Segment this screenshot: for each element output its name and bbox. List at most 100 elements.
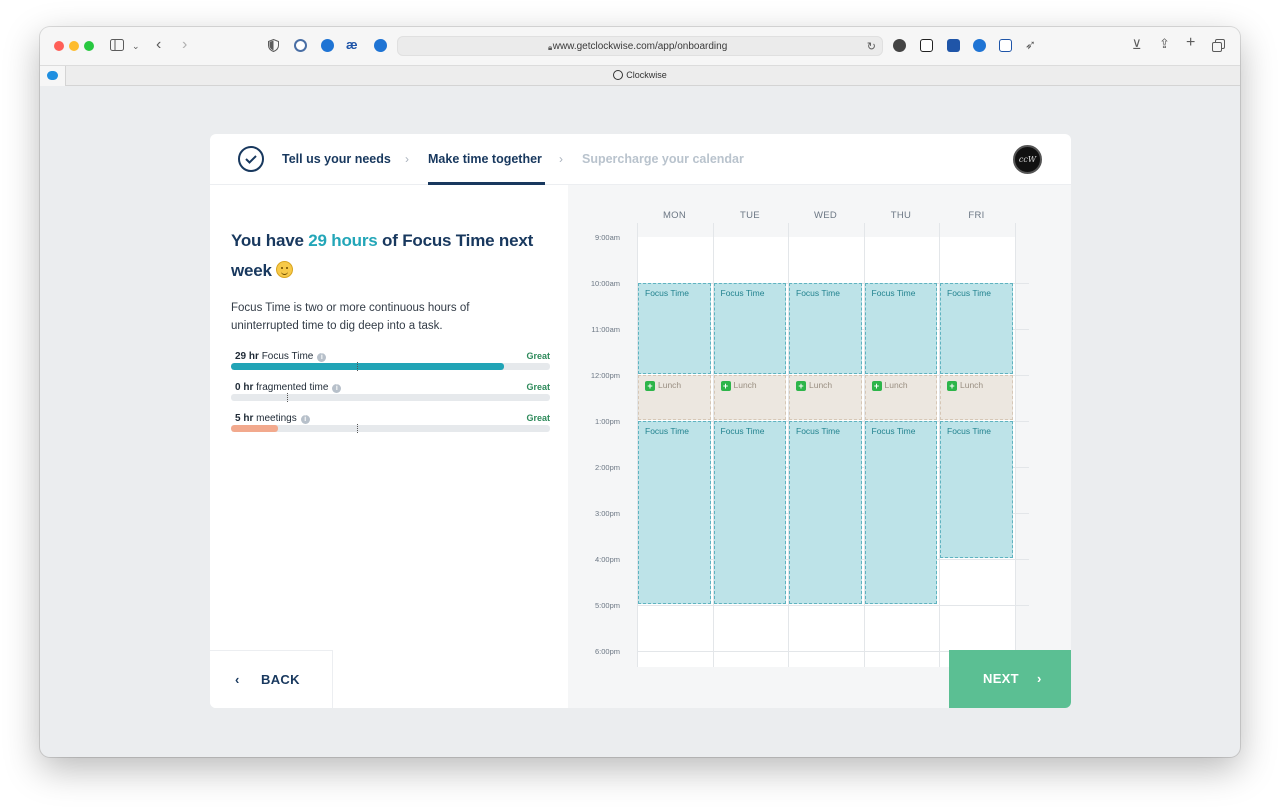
chevron-right-icon: › xyxy=(559,152,563,166)
lunch-label: Lunch xyxy=(733,380,757,390)
progress-fill xyxy=(231,363,504,370)
lunch-event[interactable]: + Lunch xyxy=(789,375,862,420)
downloads-icon[interactable]: ⊻ xyxy=(1132,38,1142,52)
metric-status: Great xyxy=(526,413,550,423)
shield-icon[interactable] xyxy=(268,38,279,55)
compass-extension-icon[interactable] xyxy=(973,39,986,52)
focus-time-event[interactable]: Focus Time xyxy=(789,421,862,604)
day-header-tue: TUE xyxy=(740,210,760,221)
focus-time-event[interactable]: Focus Time xyxy=(713,283,786,374)
hour-label: 6:00pm xyxy=(594,647,620,656)
plus-icon: + xyxy=(796,381,806,391)
hour-label: 5:00pm xyxy=(594,601,620,610)
notes-extension-icon[interactable] xyxy=(999,39,1012,52)
back-button[interactable]: ‹ BACK xyxy=(210,650,333,708)
extension-1-icon[interactable] xyxy=(294,39,307,52)
hour-label: 2:00pm xyxy=(594,463,620,472)
share-icon[interactable]: ⇪ xyxy=(1159,37,1170,51)
step-bar: Tell us your needs › Make time together … xyxy=(210,134,1071,185)
chevron-right-icon: › xyxy=(405,152,409,166)
notion-icon[interactable] xyxy=(920,39,933,52)
lunch-label: Lunch xyxy=(658,380,682,390)
chevron-down-icon[interactable]: ⌄ xyxy=(132,39,140,53)
progress-track xyxy=(231,363,550,370)
chevron-left-icon: ‹ xyxy=(235,672,240,687)
avatar[interactable]: ccW xyxy=(1013,145,1042,174)
hour-line xyxy=(637,605,1029,606)
focus-time-event[interactable]: Focus Time xyxy=(638,283,711,374)
info-icon[interactable]: i xyxy=(332,384,342,393)
reload-icon[interactable]: ↻ xyxy=(867,40,876,54)
step-make-time[interactable]: Make time together xyxy=(428,152,542,166)
hour-label: 11:00am xyxy=(591,325,620,334)
lunch-event[interactable]: + Lunch xyxy=(864,375,937,420)
summary-panel: You have 29 hours of Focus Time next wee… xyxy=(210,185,568,708)
check-icon xyxy=(238,146,264,172)
focus-hours: 29 hours xyxy=(308,231,378,250)
info-icon[interactable]: i xyxy=(300,415,310,424)
lunch-label: Lunch xyxy=(960,380,984,390)
day-header-mon: MON xyxy=(662,210,687,221)
metric-status: Great xyxy=(526,351,550,361)
hour-label: 9:00am xyxy=(594,233,620,242)
day-header-fri: FRI xyxy=(968,210,985,221)
zoom-window-button[interactable] xyxy=(84,41,94,51)
hour-label: 3:00pm xyxy=(594,509,620,518)
lunch-label: Lunch xyxy=(884,380,908,390)
progress-track xyxy=(231,425,550,432)
metric-focus-time: 29 hr Focus Time i Great xyxy=(231,351,550,375)
plus-icon: + xyxy=(871,381,882,391)
step-supercharge: Supercharge your calendar xyxy=(582,152,744,166)
focus-time-event[interactable]: Focus Time xyxy=(638,421,711,604)
tab-title-text: Clockwise xyxy=(626,70,667,80)
day-header-wed: WED xyxy=(813,210,838,221)
bookmark-extension-icon[interactable] xyxy=(947,39,960,52)
forward-nav-icon[interactable]: › xyxy=(182,37,187,53)
new-tab-icon[interactable]: + xyxy=(1186,35,1195,51)
browser-window: ⌄ ‹ › æ 🔒︎ www.getclockwise.com/app/onbo… xyxy=(40,27,1240,757)
back-nav-icon[interactable]: ‹ xyxy=(156,37,161,53)
sidebar-icon[interactable] xyxy=(110,39,124,54)
focus-time-event[interactable]: Focus Time xyxy=(940,421,1013,558)
focus-time-event[interactable]: Focus Time xyxy=(713,421,786,604)
focus-time-event[interactable]: Focus Time xyxy=(789,283,862,374)
plus-icon: + xyxy=(645,381,655,391)
description: Focus Time is two or more continuous hou… xyxy=(231,302,470,332)
day-divider xyxy=(1014,223,1016,667)
url-text: www.getclockwise.com/app/onboarding xyxy=(552,41,728,52)
browser-toolbar: ⌄ ‹ › æ 🔒︎ www.getclockwise.com/app/onbo… xyxy=(40,27,1240,65)
download-extension-icon[interactable] xyxy=(374,39,387,52)
tab-overview-icon[interactable] xyxy=(1212,39,1225,55)
rocket-icon[interactable]: ➶ xyxy=(1025,38,1036,52)
lunch-label: Lunch xyxy=(809,380,833,390)
lunch-event[interactable]: + Lunch xyxy=(713,375,786,420)
metric-meetings: 5 hr meetings i Great xyxy=(231,413,550,437)
hour-label: 4:00pm xyxy=(594,555,620,564)
tab-bar: Clockwise xyxy=(40,65,1240,86)
lunch-event[interactable]: + Lunch xyxy=(638,375,711,420)
next-button[interactable]: NEXT › xyxy=(949,650,1071,708)
extension-2-icon[interactable] xyxy=(893,39,906,52)
week-calendar: 9:00am 10:00am 11:00am 12:00pm 1:00pm 2:00pm 3… xyxy=(568,185,1071,708)
lunch-event[interactable]: + Lunch xyxy=(940,375,1013,420)
smiley-icon xyxy=(275,261,293,278)
clockwise-logo-icon xyxy=(613,70,624,80)
address-bar[interactable]: 🔒︎ www.getclockwise.com/app/onboarding ↻ xyxy=(397,36,883,56)
step-tell-us[interactable]: Tell us your needs xyxy=(282,152,391,166)
metric-fragmented-time: 0 hr fragmented time i Great xyxy=(231,382,550,406)
focus-time-event[interactable]: Focus Time xyxy=(864,283,937,374)
play-extension-icon[interactable] xyxy=(321,39,334,52)
focus-time-event[interactable]: Focus Time xyxy=(864,421,937,604)
plus-icon: + xyxy=(720,381,731,391)
metric-status: Great xyxy=(526,382,550,392)
plus-icon: + xyxy=(947,381,957,391)
focus-time-event[interactable]: Focus Time xyxy=(940,283,1013,374)
close-window-button[interactable] xyxy=(54,41,64,51)
minimize-window-button[interactable] xyxy=(69,41,79,51)
info-icon[interactable]: i xyxy=(317,353,327,362)
progress-track xyxy=(231,394,550,401)
calendar-panel: 9:00am 10:00am 11:00am 12:00pm 1:00pm 2:00pm 3… xyxy=(568,185,1071,708)
active-tab[interactable]: Clockwise xyxy=(40,70,1240,80)
ae-extension-icon[interactable]: æ xyxy=(346,38,358,52)
target-marker xyxy=(357,424,358,433)
